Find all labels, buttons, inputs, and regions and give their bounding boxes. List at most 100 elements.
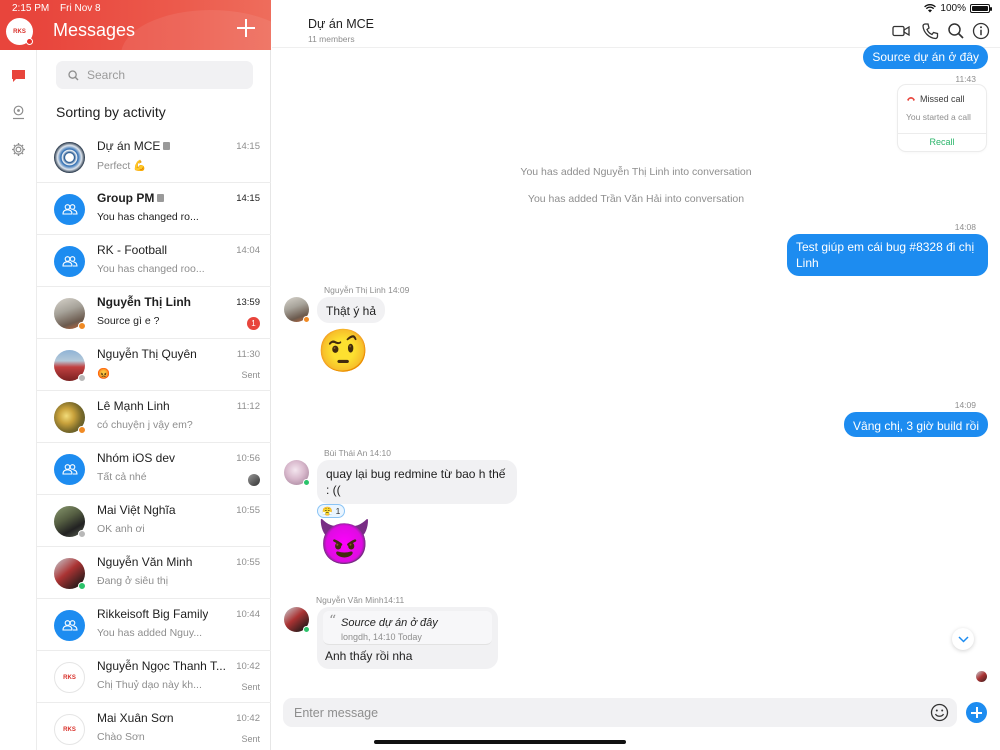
missed-call-title: Missed call bbox=[920, 94, 965, 104]
last-message-preview: You has added Nguy... bbox=[97, 627, 203, 639]
conversation-name-text: Nguyễn Ngọc Thanh T... bbox=[97, 659, 226, 673]
conversation-item[interactable]: Mai Việt Nghĩa OK anh ơi 10:55 bbox=[37, 495, 271, 547]
status-dot bbox=[78, 582, 86, 590]
quoted-message[interactable]: “ Source dự án ở đây longdh, 14:10 Today bbox=[323, 611, 492, 645]
message-input[interactable] bbox=[294, 703, 894, 722]
status-time: 2:15 PM bbox=[12, 3, 50, 14]
nav-rail: RKS bbox=[0, 0, 37, 750]
message-out-source[interactable]: Source dự án ở đây bbox=[863, 45, 988, 69]
last-message-preview: You has changed roo... bbox=[97, 263, 205, 275]
conversation-item[interactable]: Group PM You has changed ro... 14:15 bbox=[37, 183, 271, 235]
sent-status: Sent bbox=[241, 370, 260, 380]
conversation-item[interactable]: Dự án MCE Perfect 💪 14:15 bbox=[37, 131, 271, 183]
group-icon bbox=[61, 620, 78, 631]
scroll-down-button[interactable] bbox=[952, 628, 974, 650]
conversation-name: Group PM bbox=[97, 191, 165, 205]
company-logo: RKS bbox=[63, 726, 76, 733]
conversation-item[interactable]: RK - Football You has changed roo... 14:04 bbox=[37, 235, 271, 287]
conversation-time: 10:55 bbox=[236, 505, 260, 516]
conversation-name: Lê Mạnh Linh bbox=[97, 399, 170, 413]
sidebar-title: Messages bbox=[53, 20, 136, 40]
my-avatar[interactable]: RKS bbox=[6, 18, 33, 45]
conversation-time: 11:30 bbox=[236, 349, 260, 360]
avatar bbox=[54, 246, 85, 277]
conversation-name-text: Lê Mạnh Linh bbox=[97, 399, 170, 413]
avatar bbox=[54, 610, 85, 641]
status-bar-right: 100% bbox=[924, 3, 992, 14]
emoji-icon[interactable] bbox=[930, 703, 949, 722]
avatar bbox=[54, 194, 85, 225]
sent-status: Sent bbox=[241, 682, 260, 692]
conversation-name: Mai Xuân Sơn bbox=[97, 711, 174, 725]
conversation-name: Nguyễn Văn Minh bbox=[97, 555, 192, 569]
conversation-time: 14:04 bbox=[236, 245, 260, 256]
gear-icon[interactable] bbox=[10, 141, 27, 158]
sender-label: Bùi Thái An 14:10 bbox=[324, 448, 391, 458]
app-root: 2:15 PM Fri Nov 8 100% RKS Messages Sear… bbox=[0, 0, 1000, 750]
conversation-time: 10:55 bbox=[236, 557, 260, 568]
conversation-item[interactable]: Rikkeisoft Big Family You has added Nguy.… bbox=[37, 599, 271, 651]
conversation-name: Mai Việt Nghĩa bbox=[97, 503, 176, 517]
search-box[interactable] bbox=[56, 61, 253, 89]
conversation-item[interactable]: Nguyễn Thị Linh Source gì e ? 13:59 1 bbox=[37, 287, 271, 339]
quoted-meta: longdh, 14:10 Today bbox=[341, 632, 422, 642]
wifi-icon bbox=[924, 4, 937, 13]
system-message: You has added Trần Văn Hải into conversa… bbox=[527, 193, 745, 205]
conversation-item[interactable]: Nhóm iOS dev Tất cả nhé 10:56 bbox=[37, 443, 271, 495]
avatar[interactable] bbox=[284, 460, 310, 486]
message-composer bbox=[283, 698, 957, 727]
conversation-item[interactable]: Nguyễn Văn Minh Đang ở siêu thị 10:55 bbox=[37, 547, 271, 599]
conversation-time: 10:44 bbox=[236, 609, 260, 620]
map-pin-icon[interactable] bbox=[10, 104, 27, 121]
search-input[interactable] bbox=[87, 68, 237, 82]
message-in-linh[interactable]: Thật ý hả bbox=[317, 297, 386, 323]
chat-icon[interactable] bbox=[10, 67, 27, 84]
conversation-time: 10:56 bbox=[236, 453, 260, 464]
reaction-emoji: 😤 bbox=[322, 505, 333, 516]
sent-status: Sent bbox=[241, 734, 260, 744]
conversation-item[interactable]: RKS Mai Xuân Sơn Chào Sơn 10:42 Sent bbox=[37, 703, 271, 750]
info-icon[interactable] bbox=[972, 22, 990, 40]
status-dot bbox=[78, 374, 86, 382]
last-message-preview: Đang ở siêu thị bbox=[97, 575, 169, 587]
video-icon[interactable] bbox=[892, 22, 910, 40]
my-status-dot bbox=[26, 38, 33, 45]
last-message-preview: có chuyện j vậy em? bbox=[97, 419, 193, 431]
plus-icon[interactable] bbox=[237, 19, 255, 37]
reaction-badge[interactable]: 😤 1 bbox=[317, 504, 346, 518]
search-icon bbox=[68, 69, 79, 80]
conversation-item[interactable]: Lê Mạnh Linh có chuyện j vậy em? 11:12 bbox=[37, 391, 271, 443]
add-attachment-button[interactable] bbox=[966, 702, 987, 723]
emoji-message[interactable]: 😈 bbox=[317, 518, 372, 568]
avatar[interactable] bbox=[284, 607, 310, 633]
search-icon[interactable] bbox=[947, 22, 965, 40]
conversation-item[interactable]: RKS Nguyễn Ngọc Thanh T... Chị Thuỷ dạo nà… bbox=[37, 651, 271, 703]
status-date: Fri Nov 8 bbox=[60, 3, 101, 14]
company-logo: RKS bbox=[63, 674, 76, 681]
conversation-item[interactable]: Nguyễn Thị Quyên 😡 11:30 Sent bbox=[37, 339, 271, 391]
conversation-time: 14:15 bbox=[236, 193, 260, 204]
conversation-time: 10:42 bbox=[236, 661, 260, 672]
phone-icon[interactable] bbox=[921, 22, 939, 40]
seen-avatar bbox=[248, 474, 260, 486]
message-in-an[interactable]: quay lại bug redmine từ bao h thế : (( bbox=[317, 460, 517, 504]
status-bar-left: 2:15 PM Fri Nov 8 bbox=[12, 3, 109, 14]
message-out-build[interactable]: Vâng chị, 3 giờ build rồi bbox=[844, 412, 988, 437]
missed-call-card: Missed call You started a call Recall bbox=[898, 85, 986, 151]
conversation-name: Nhóm iOS dev bbox=[97, 451, 175, 465]
recall-button[interactable]: Recall bbox=[898, 137, 986, 147]
group-icon bbox=[61, 256, 78, 267]
last-message-preview: Perfect 💪 bbox=[97, 160, 147, 172]
avatar[interactable] bbox=[284, 297, 310, 323]
system-message: You has added Nguyễn Thị Linh into conve… bbox=[520, 166, 752, 178]
conversation-name: Nguyễn Ngọc Thanh T... bbox=[97, 659, 226, 673]
read-receipt-avatar bbox=[976, 671, 987, 682]
status-dot bbox=[303, 479, 310, 486]
message-out-bug[interactable]: Test giúp em cái bug #8328 đi chị Linh bbox=[787, 234, 988, 276]
emoji-message[interactable]: 🤨 bbox=[317, 327, 369, 375]
last-message-preview: 😡 bbox=[97, 368, 111, 380]
missed-call-icon bbox=[907, 97, 915, 101]
home-indicator bbox=[374, 740, 626, 744]
conversation-name: Nguyễn Thị Quyên bbox=[97, 347, 197, 361]
message-in-minh[interactable]: “ Source dự án ở đây longdh, 14:10 Today… bbox=[317, 607, 498, 669]
